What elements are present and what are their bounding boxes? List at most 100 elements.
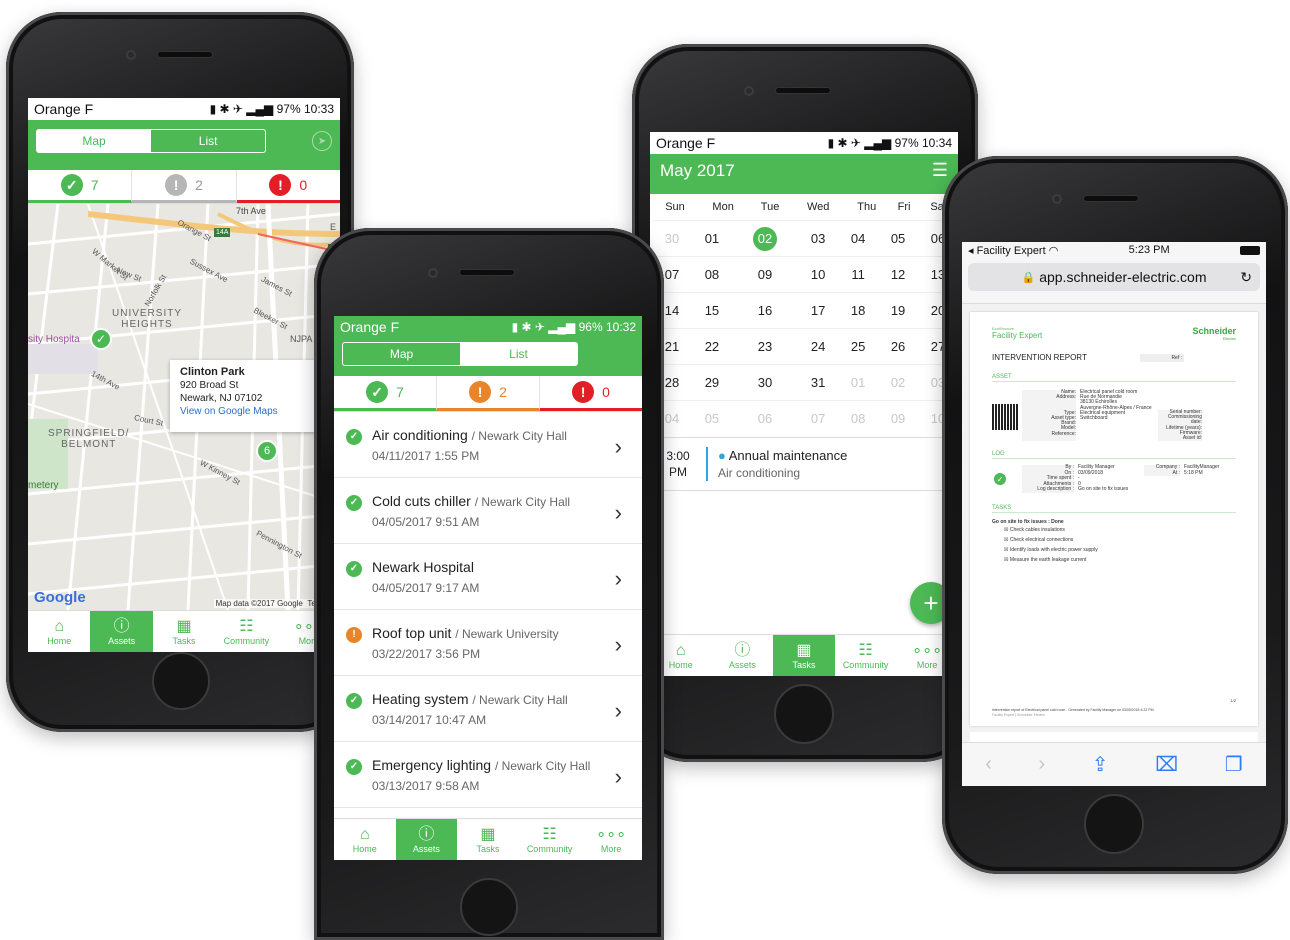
- calendar-day[interactable]: 06: [731, 400, 799, 437]
- map-view[interactable]: 14A 15 E 7th Ave Orange St New St W Mark…: [28, 204, 340, 610]
- people-icon: ☷: [858, 641, 873, 659]
- calendar-day[interactable]: 30: [652, 220, 692, 257]
- list-item[interactable]: ✓ Newark Hospital 04/05/2017 9:17 AM ›: [334, 544, 642, 610]
- back-arrow-icon[interactable]: ‹: [985, 753, 992, 776]
- home-button[interactable]: [1084, 794, 1144, 854]
- calendar-day[interactable]: 09: [731, 256, 799, 293]
- calendar-day[interactable]: 24: [798, 328, 839, 365]
- calendar-day[interactable]: 17: [798, 292, 839, 329]
- map-popup[interactable]: Clinton Park 920 Broad St Newark, NJ 071…: [170, 360, 330, 432]
- calendar-day[interactable]: 30: [731, 364, 799, 401]
- task-item: ☒ Identify loads with electric power sup…: [1004, 546, 1098, 553]
- item-title: Emergency lighting / Newark City Hall: [372, 757, 590, 773]
- calendar-day[interactable]: 02: [731, 220, 799, 257]
- calendar-day[interactable]: 19: [878, 292, 919, 329]
- nav-community[interactable]: ☷ Community: [835, 635, 897, 676]
- map-label: metery: [28, 480, 59, 491]
- calendar-day[interactable]: 08: [691, 256, 732, 293]
- list-item[interactable]: ✓ Heating system / Newark City Hall 03/14/…: [334, 676, 642, 742]
- home-button[interactable]: [152, 652, 210, 710]
- calendar-day[interactable]: 07: [798, 400, 839, 437]
- tab-map[interactable]: Map: [37, 130, 152, 152]
- status-bar: Orange F ▮ ✱ ✈ ▂▄▆ 97% 10:33: [28, 98, 340, 120]
- calendar-day[interactable]: 31: [798, 364, 839, 401]
- home-button[interactable]: [460, 878, 518, 936]
- forward-arrow-icon[interactable]: ›: [1039, 753, 1046, 776]
- calendar-day[interactable]: 12: [878, 256, 919, 293]
- calendar-day[interactable]: 23: [731, 328, 799, 365]
- nav-assets[interactable]: ⓘ Assets: [90, 611, 153, 652]
- item-date: 04/05/2017 9:17 AM: [372, 580, 480, 595]
- calendar-day[interactable]: 26: [878, 328, 919, 365]
- calendar-day[interactable]: 05: [878, 220, 919, 257]
- calendar-day[interactable]: 01: [691, 220, 732, 257]
- tab-list[interactable]: List: [151, 130, 265, 152]
- cluster-pin[interactable]: 6: [256, 440, 278, 462]
- back-to-app[interactable]: ◂ Facility Expert ◠: [968, 244, 1058, 257]
- calendar-day[interactable]: 16: [731, 292, 799, 329]
- calendar-day[interactable]: 03: [798, 220, 839, 257]
- tab-list[interactable]: List: [460, 343, 577, 365]
- count-warning[interactable]: ! 2: [437, 376, 540, 411]
- battery: 96%: [578, 320, 603, 334]
- bookmarks-icon[interactable]: ⌧: [1155, 752, 1178, 777]
- item-title: Heating system / Newark City Hall: [372, 691, 568, 707]
- count-ok-value: 7: [396, 384, 404, 400]
- share-icon[interactable]: ⇪: [1092, 752, 1109, 777]
- back-label: Facility Expert: [976, 245, 1046, 257]
- tab-map[interactable]: Map: [343, 343, 460, 365]
- count-pending[interactable]: ! 2: [132, 170, 237, 203]
- locate-icon[interactable]: ➤: [312, 131, 332, 151]
- tabs-icon[interactable]: ❐: [1225, 752, 1243, 777]
- calendar-day[interactable]: 29: [691, 364, 732, 401]
- nav-tasks[interactable]: ▦ Tasks: [153, 611, 215, 652]
- count-alert[interactable]: ! 0: [540, 376, 642, 411]
- home-button[interactable]: [774, 684, 834, 744]
- footer-line2: Facility Expert | Schneider Electric: [992, 713, 1046, 717]
- nav-home[interactable]: ⌂ Home: [334, 819, 396, 860]
- nav-community[interactable]: ☷ Community: [519, 819, 581, 860]
- event-row[interactable]: 3:00 PM ● Annual maintenance Air conditio…: [650, 436, 958, 491]
- calendar-day[interactable]: 04: [838, 220, 879, 257]
- list-item[interactable]: ! Roof top unit / Newark University 03/22/…: [334, 610, 642, 676]
- calendar-day[interactable]: 10: [798, 256, 839, 293]
- asset-pin[interactable]: ✓: [90, 328, 112, 350]
- menu-icon[interactable]: ☰: [932, 160, 948, 181]
- count-ok[interactable]: ✓ 7: [28, 170, 133, 203]
- calendar-day[interactable]: 18: [838, 292, 879, 329]
- ios-status: ◂ Facility Expert ◠ 5:23 PM: [962, 242, 1266, 259]
- nav-assets[interactable]: ⓘ Assets: [395, 819, 458, 860]
- count-alert[interactable]: ! 0: [236, 170, 340, 203]
- calendar-day[interactable]: 09: [878, 400, 919, 437]
- calendar-day[interactable]: 22: [691, 328, 732, 365]
- item-name: Roof top unit: [372, 624, 452, 641]
- nav-tasks[interactable]: ▦ Tasks: [457, 819, 519, 860]
- nav-tasks[interactable]: ▦ Tasks: [773, 635, 835, 676]
- list-item[interactable]: ✓ Air conditioning / Newark City Hall 04/1…: [334, 412, 642, 478]
- google-maps-link[interactable]: View on Google Maps: [180, 405, 320, 418]
- list-item[interactable]: ✓ Emergency lighting / Newark City Hall 03…: [334, 742, 642, 808]
- nav-community[interactable]: ☷ Community: [215, 611, 277, 652]
- front-camera: [744, 86, 754, 96]
- nav-label: Community: [223, 635, 270, 646]
- count-ok[interactable]: ✓ 7: [334, 376, 437, 411]
- bottom-nav: ⌂ Home ⓘ Assets ▦ Tasks ☷ Community ∘∘∘ More: [28, 610, 340, 652]
- reload-icon[interactable]: ↻: [1240, 269, 1252, 286]
- address-bar[interactable]: 🔒 app.schneider-electric.com ↻: [968, 263, 1260, 291]
- list-item[interactable]: ✓ Cold cuts chiller / Newark City Hall 04/…: [334, 478, 642, 544]
- calendar-day[interactable]: 01: [838, 364, 879, 401]
- calendar-day[interactable]: 25: [838, 328, 879, 365]
- calendar-day[interactable]: 02: [878, 364, 919, 401]
- nav-assets[interactable]: ⓘ Assets: [712, 635, 774, 676]
- nav-label: Assets: [728, 659, 756, 670]
- nav-more[interactable]: ∘∘∘ More: [580, 819, 642, 860]
- nav-home[interactable]: ⌂ Home: [28, 611, 90, 652]
- brand: EcoStruxure Facility Expert: [992, 326, 1042, 341]
- exclamation-icon: !: [269, 174, 292, 196]
- calendar-day[interactable]: 15: [691, 292, 732, 329]
- task-list: ☒ Check cables insulations ☒ Check elect…: [1004, 525, 1236, 565]
- calendar-day[interactable]: 05: [691, 400, 732, 437]
- item-title: Roof top unit / Newark University: [372, 625, 559, 641]
- calendar-day[interactable]: 08: [838, 400, 879, 437]
- calendar-day[interactable]: 11: [838, 256, 879, 293]
